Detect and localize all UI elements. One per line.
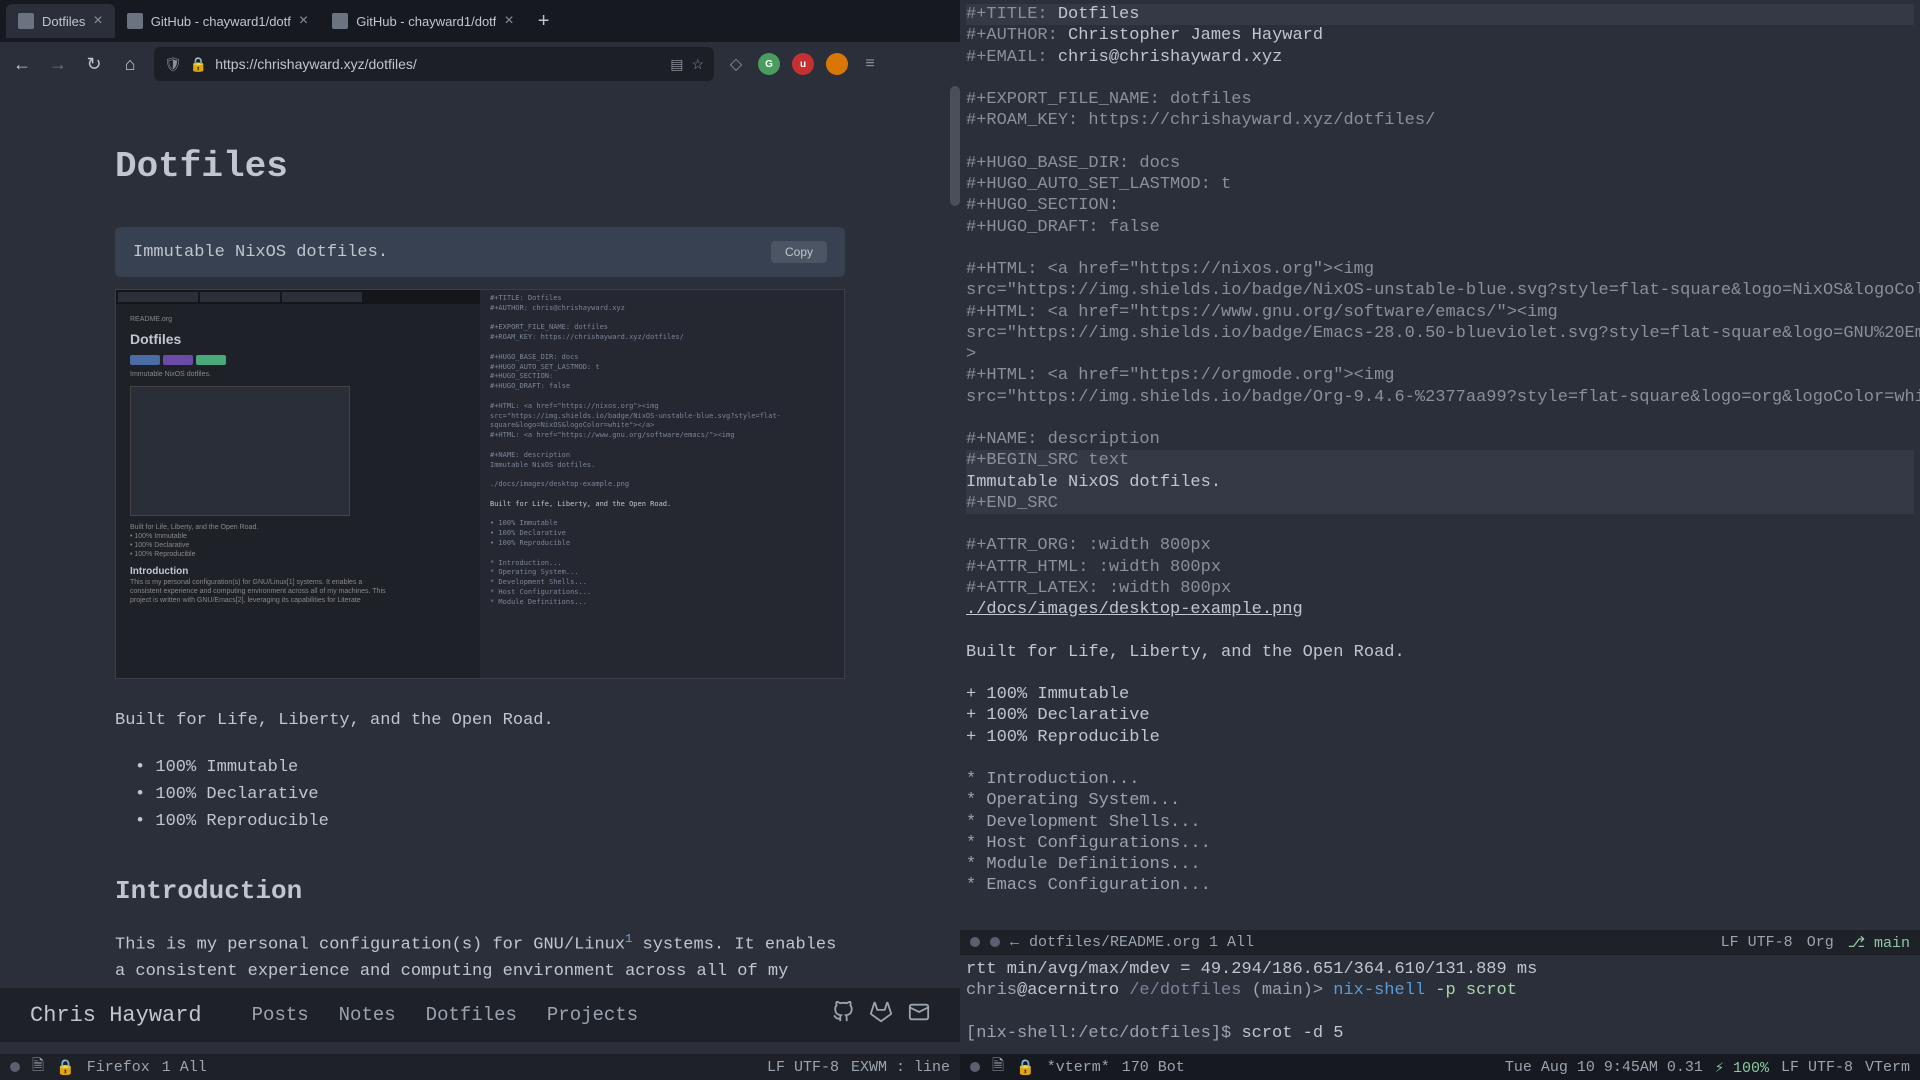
brand[interactable]: Chris Hayward <box>30 1003 202 1028</box>
section-heading: Introduction <box>115 876 845 906</box>
tagline: Built for Life, Liberty, and the Open Ro… <box>115 711 845 730</box>
url-text: https://chrishayward.xyz/dotfiles/ <box>215 56 662 72</box>
file-icon: 🗎 <box>32 1055 44 1080</box>
forward-button[interactable]: → <box>46 54 70 75</box>
page-title: Dotfiles <box>115 146 845 187</box>
feature-list: 100% Immutable 100% Declarative 100% Rep… <box>115 754 845 836</box>
nav-notes[interactable]: Notes <box>339 1004 396 1026</box>
buffer-name: *vterm* <box>1047 1059 1110 1076</box>
status-bar-left: 🗎 🔒 Firefox 1 All LF UTF-8 EXWM : line <box>0 1054 960 1080</box>
buffer-name: dotfiles/README.org 1 All <box>1029 934 1254 951</box>
extension-2[interactable]: u <box>792 53 814 75</box>
menu-icon[interactable]: ≡ <box>860 54 880 74</box>
term-line <box>966 1002 1914 1023</box>
close-icon[interactable]: × <box>299 12 308 30</box>
position: 170 Bot <box>1122 1059 1185 1076</box>
position: 1 All <box>162 1059 207 1076</box>
extension-1[interactable]: G <box>758 53 780 75</box>
new-tab-button[interactable]: + <box>526 10 562 33</box>
gitlab-icon[interactable] <box>870 1001 892 1029</box>
tab-github-1[interactable]: GitHub - chayward1/dotf × <box>115 4 321 38</box>
scrollbar[interactable] <box>950 86 960 206</box>
github-icon[interactable] <box>832 1001 854 1029</box>
pocket-icon[interactable]: ◇ <box>726 54 746 74</box>
favicon-icon <box>18 13 34 29</box>
list-item: 100% Declarative <box>135 781 845 808</box>
battery-status: ⚡ 100% <box>1715 1058 1769 1077</box>
mail-icon[interactable] <box>908 1001 930 1029</box>
mode: EXWM : line <box>851 1059 950 1076</box>
reload-button[interactable]: ↻ <box>82 54 106 75</box>
favicon-icon <box>127 13 143 29</box>
copy-button[interactable]: Copy <box>771 241 827 263</box>
status-dot-icon <box>970 937 980 947</box>
lock-icon: 🔒 <box>56 1058 75 1077</box>
tab-title: GitHub - chayward1/dotf <box>151 14 291 29</box>
terminal[interactable]: rtt min/avg/max/mdev = 49.294/186.651/36… <box>960 954 1920 1042</box>
back-button[interactable]: ← <box>10 54 34 75</box>
modeline-org: ← dotfiles/README.org 1 All LF UTF-8 Org… <box>960 930 1920 954</box>
list-item: 100% Immutable <box>135 754 845 781</box>
shield-icon: 🛡 <box>164 56 182 73</box>
file-icon: 🗎 <box>992 1055 1004 1080</box>
org-editor[interactable]: #+TITLE: Dotfiles #+AUTHOR: Christopher … <box>960 0 1920 930</box>
code-text: Immutable NixOS dotfiles. <box>133 243 388 262</box>
lock-icon: 🔒 <box>190 56 207 73</box>
encoding: LF UTF-8 <box>767 1059 839 1076</box>
favicon-icon <box>332 13 348 29</box>
mode: VTerm <box>1865 1059 1910 1076</box>
status-dot-icon <box>990 937 1000 947</box>
status-bars: 🗎 🔒 Firefox 1 All LF UTF-8 EXWM : line 🗎… <box>0 1054 1920 1080</box>
close-icon[interactable]: × <box>504 12 513 30</box>
encoding: LF UTF-8 <box>1721 934 1793 951</box>
tab-dotfiles[interactable]: Dotfiles × <box>6 4 115 38</box>
status-dot-icon <box>10 1062 20 1072</box>
lock-icon: 🔒 <box>1016 1058 1035 1077</box>
tab-title: Dotfiles <box>42 14 85 29</box>
term-line: rtt min/avg/max/mdev = 49.294/186.651/36… <box>966 959 1914 980</box>
term-line: chris@acernitro /e/dotfiles (main)> nix-… <box>966 980 1914 1001</box>
code-block: Immutable NixOS dotfiles. Copy <box>115 227 845 277</box>
url-bar[interactable]: 🛡 🔒 https://chrishayward.xyz/dotfiles/ ▤… <box>154 47 714 81</box>
reader-icon[interactable]: ▤ <box>670 56 683 73</box>
back-arrow-icon: ← <box>1010 934 1019 951</box>
bookmark-icon[interactable]: ☆ <box>691 56 704 73</box>
status-bar-right: 🗎 🔒 *vterm* 170 Bot Tue Aug 10 9:45AM 0.… <box>960 1054 1920 1080</box>
list-item: 100% Reproducible <box>135 808 845 835</box>
page-content: Dotfiles Immutable NixOS dotfiles. Copy … <box>0 86 960 1042</box>
browser-toolbar: ← → ↻ ⌂ 🛡 🔒 https://chrishayward.xyz/dot… <box>0 42 960 86</box>
nav-projects[interactable]: Projects <box>547 1004 638 1026</box>
tab-github-2[interactable]: GitHub - chayward1/dotf × <box>320 4 526 38</box>
major-mode: Org <box>1807 934 1834 951</box>
site-nav-bar: Chris Hayward Posts Notes Dotfiles Proje… <box>0 988 960 1042</box>
status-dot-icon <box>970 1062 980 1072</box>
home-button[interactable]: ⌂ <box>118 54 142 75</box>
term-line: [nix-shell:/etc/dotfiles]$ scrot -d 5 <box>966 1023 1914 1044</box>
nav-dotfiles[interactable]: Dotfiles <box>426 1004 517 1026</box>
buffer-name: Firefox <box>87 1059 150 1076</box>
browser-window: Dotfiles × GitHub - chayward1/dotf × Git… <box>0 0 960 1042</box>
screenshot-image: README.org Dotfiles Immutable NixOS dotf… <box>115 289 845 679</box>
extension-3[interactable] <box>826 53 848 75</box>
encoding: LF UTF-8 <box>1781 1059 1853 1076</box>
nav-posts[interactable]: Posts <box>252 1004 309 1026</box>
emacs-pane: #+TITLE: Dotfiles #+AUTHOR: Christopher … <box>960 0 1920 1042</box>
browser-tabs: Dotfiles × GitHub - chayward1/dotf × Git… <box>0 0 960 42</box>
datetime: Tue Aug 10 9:45AM 0.31 <box>1505 1059 1703 1076</box>
git-branch: ⎇ main <box>1848 933 1910 952</box>
tab-title: GitHub - chayward1/dotf <box>356 14 496 29</box>
close-icon[interactable]: × <box>93 12 102 30</box>
